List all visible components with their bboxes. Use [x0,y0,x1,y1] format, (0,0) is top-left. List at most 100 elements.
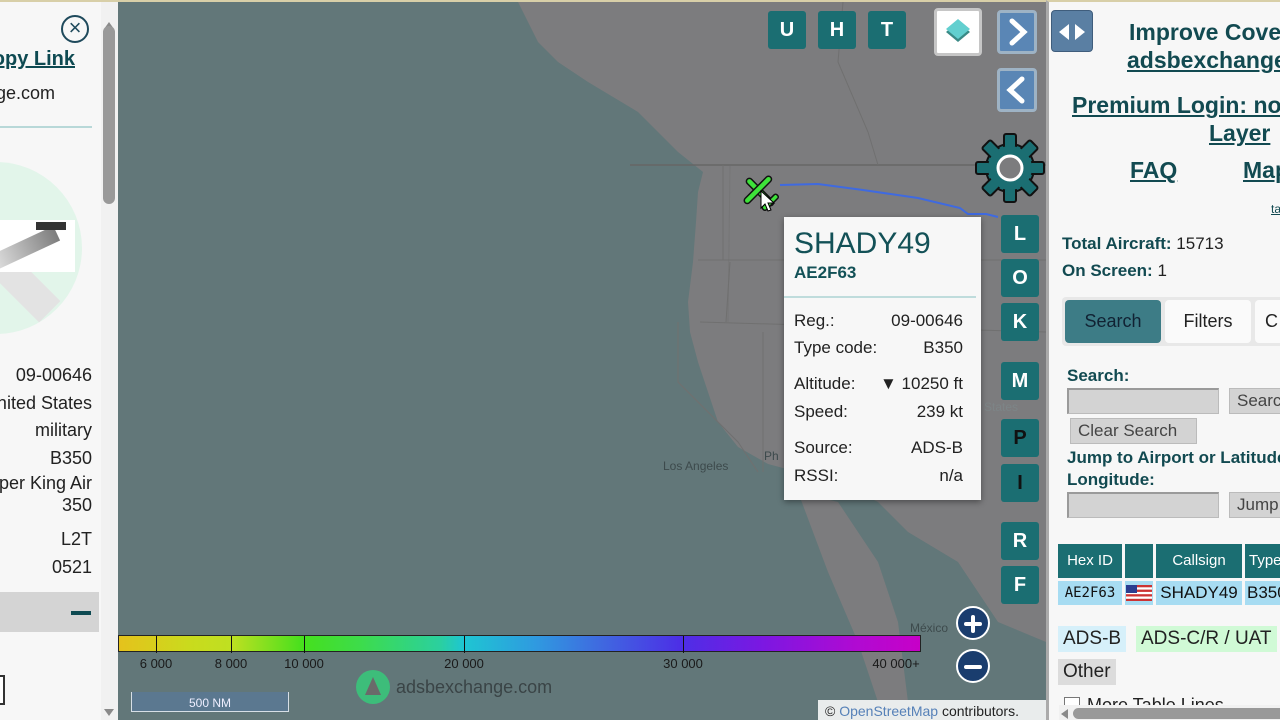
value: B350 [923,338,963,357]
previous-button[interactable] [997,68,1037,112]
jump-input[interactable] [1067,492,1219,518]
col-callsign[interactable]: Callsign [1156,544,1242,578]
settings-gear-icon[interactable] [974,132,1046,204]
popup-row-altitude: Altitude: ▼ 10250 ft [794,374,963,394]
popup-callsign: SHADY49 [794,227,931,260]
total-aircraft-value: 15713 [1176,234,1224,253]
legend-other: Other [1058,659,1116,685]
zoom-in-button[interactable] [956,606,990,640]
openstreetmap-link[interactable]: OpenStreetMap [839,703,938,719]
domain-text: adsbexchange.com [0,83,55,103]
aircraft-photo[interactable] [0,220,75,272]
cell-callsign[interactable]: SHADY49 [1156,581,1242,605]
aircraft-info-popup: SHADY49 AE2F63 Reg.: 09-00646 Type code: B… [784,217,981,500]
next-button[interactable] [997,10,1037,54]
legend-adsb: ADS-B [1058,626,1127,652]
popup-hex: AE2F63 [794,263,857,282]
improve-coverage-link[interactable]: adsbexchange.com [1127,47,1280,74]
search-button[interactable]: Search [1229,388,1280,414]
detail-rows: 09-00646 United States military B350 Sup… [0,362,92,581]
brand-watermark: adsbexchange.com [356,670,552,704]
adsbx-logo-icon [356,670,390,704]
toggle-t-button[interactable]: T [868,11,906,49]
altitude-color-legend [118,635,921,653]
divider [0,126,92,128]
toggle-h-button[interactable]: H [818,11,856,49]
tick-label: 40 000+ [872,656,920,671]
registration-value: 09-00646 [15,365,92,385]
tick-label: 8 000 [214,656,248,671]
vertical-scrollbar[interactable] [101,2,118,720]
minus-icon [71,611,91,615]
map-view[interactable]: Los Angeles Ph México States U H T L O K… [118,0,1046,720]
col-flag[interactable] [1125,544,1153,578]
tick-mark [156,636,157,653]
popup-row-reg: Reg.: 09-00646 [794,311,963,331]
tab-other[interactable]: C [1255,300,1280,343]
scrollbar-thumb[interactable] [103,26,115,204]
tab-filters[interactable]: Filters [1165,300,1251,343]
jump-label: Jump to Airport or Latitude [1067,448,1280,467]
toggle-sidebar-button[interactable] [1051,10,1093,52]
type-name-value-2: 350 [61,495,92,515]
premium-layer-link[interactable]: Layer [1209,120,1270,147]
scroll-left-icon[interactable] [1061,709,1068,719]
label: Speed: [794,402,848,421]
toggle-u-button[interactable]: U [768,11,806,49]
cell-hex[interactable]: AE2F63 [1058,581,1122,605]
on-screen-stat: On Screen: 1 [1062,261,1167,281]
toggle-m-button[interactable]: M [1001,362,1039,400]
toggle-o-button[interactable]: O [1001,259,1039,297]
layers-icon [946,19,970,42]
close-icon[interactable]: × [61,15,89,43]
type-name-value: Super King Air [0,473,92,493]
horizontal-scrollbar[interactable] [1059,705,1280,720]
label: Source: [794,438,853,457]
premium-login-link[interactable]: Premium Login: no ads [1072,92,1280,119]
faq-link[interactable]: FAQ [1130,157,1177,184]
toggle-r-button[interactable]: R [1001,522,1039,560]
col-hex-id[interactable]: Hex ID [1058,544,1122,578]
zoom-out-button[interactable] [956,649,990,683]
country-value: United States [0,392,92,413]
total-aircraft-stat: Total Aircraft: 15713 [1062,234,1224,254]
chevron-left-icon [1006,76,1025,104]
total-aircraft-label: Total Aircraft: [1062,234,1172,253]
country-label: States [984,400,1019,414]
toggle-f-button[interactable]: F [1001,566,1039,604]
label: Type code: [794,338,878,357]
on-screen-value: 1 [1157,261,1167,280]
jump-label-2: Longitude: [1067,470,1155,489]
copy-link[interactable]: Copy Link [0,48,75,71]
squawk-value: 0521 [51,556,92,577]
scale-label: 500 NM [188,696,232,710]
checkbox[interactable] [0,675,5,705]
improve-coverage-text: Improve Coverage [1129,19,1280,45]
tick-mark [464,636,465,653]
small-link[interactable]: ta [1271,202,1280,216]
label: Reg.: [794,311,835,330]
scrollbar-thumb[interactable] [1073,708,1280,719]
toggle-i-button[interactable]: I [1001,464,1039,502]
tick-mark [231,636,232,653]
col-type[interactable]: Type [1245,544,1280,578]
scroll-down-icon[interactable] [104,709,114,716]
cell-type[interactable]: B350 [1245,581,1280,605]
collapse-section-bar[interactable] [0,592,99,632]
jump-button[interactable]: Jump [1229,492,1280,518]
attribution-text: contributors. [941,703,1019,719]
toggle-p-button[interactable]: P [1001,419,1039,457]
clear-search-button[interactable]: Clear Search [1070,418,1197,444]
tab-search[interactable]: Search [1065,300,1161,343]
search-input[interactable] [1067,388,1219,414]
popup-row-speed: Speed: 239 kt [794,402,963,422]
label: RSSI: [794,466,839,485]
value: n/a [939,466,963,485]
category-value: military [35,420,92,440]
toggle-l-button[interactable]: L [1001,215,1039,253]
popup-row-rssi: RSSI: n/a [794,466,963,486]
cell-flag[interactable] [1125,581,1153,605]
toggle-k-button[interactable]: K [1001,303,1039,341]
map-link[interactable]: Map [1243,157,1280,184]
layers-button[interactable] [934,8,982,56]
